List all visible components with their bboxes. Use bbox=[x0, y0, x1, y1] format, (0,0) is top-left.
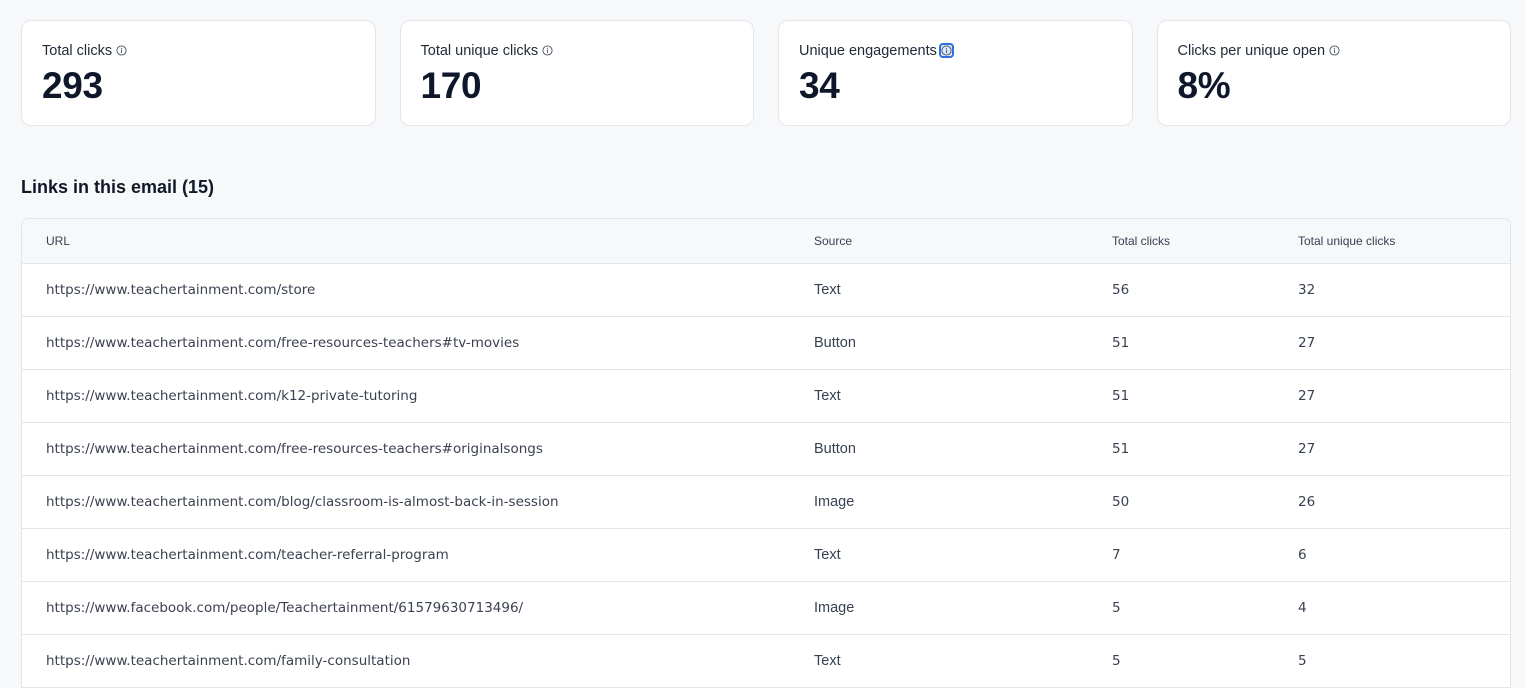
stat-card-clicks-per-unique-open: Clicks per unique open 8% bbox=[1156, 20, 1511, 126]
link-source: Text bbox=[814, 528, 1112, 582]
link-source: Image bbox=[814, 475, 1112, 529]
info-icon[interactable] bbox=[542, 44, 553, 56]
stat-label-row: Unique engagements bbox=[799, 42, 1112, 60]
link-total-clicks: 5 bbox=[1112, 581, 1298, 635]
table-row: https://www.teachertainment.com/free-res… bbox=[22, 316, 1510, 370]
stats-row: Total clicks 293 Total unique clicks 170… bbox=[21, 20, 1511, 126]
stat-value: 170 bbox=[420, 65, 482, 106]
link-total-unique-clicks: 26 bbox=[1298, 475, 1510, 529]
link-url[interactable]: https://www.teachertainment.com/store bbox=[22, 263, 814, 317]
info-icon[interactable] bbox=[938, 42, 954, 58]
link-source: Text bbox=[814, 369, 1112, 423]
stat-value: 34 bbox=[799, 65, 840, 106]
link-source: Text bbox=[814, 263, 1112, 317]
table-row: https://www.teachertainment.com/family-c… bbox=[22, 634, 1510, 687]
link-source: Button bbox=[814, 422, 1112, 476]
link-total-clicks: 5 bbox=[1112, 634, 1298, 687]
link-url[interactable]: https://www.teachertainment.com/free-res… bbox=[22, 316, 814, 370]
stat-card-total-unique-clicks: Total unique clicks 170 bbox=[399, 20, 754, 126]
table-row: https://www.teachertainment.com/teacher-… bbox=[22, 528, 1510, 582]
stat-value: 8% bbox=[1177, 65, 1231, 106]
link-total-clicks: 51 bbox=[1112, 369, 1298, 423]
stat-label-row: Total unique clicks bbox=[421, 42, 734, 60]
table-row: https://www.teachertainment.com/k12-priv… bbox=[22, 369, 1510, 423]
link-source: Text bbox=[814, 634, 1112, 687]
stat-value: 293 bbox=[42, 65, 103, 106]
links-table: URL Source Total clicks Total unique cli… bbox=[22, 219, 1510, 687]
link-total-clicks: 51 bbox=[1112, 422, 1298, 476]
stat-card-unique-engagements: Unique engagements 34 bbox=[778, 20, 1133, 126]
table-row: https://www.teachertainment.com/blog/cla… bbox=[22, 475, 1510, 529]
link-url[interactable]: https://www.teachertainment.com/blog/cla… bbox=[22, 475, 814, 529]
link-url[interactable]: https://www.facebook.com/people/Teachert… bbox=[22, 581, 814, 635]
table-row: https://www.teachertainment.com/store Te… bbox=[22, 263, 1510, 317]
column-header-source[interactable]: Source bbox=[814, 219, 1112, 264]
links-section-title: Links in this email (15) bbox=[21, 177, 215, 197]
column-header-total-clicks[interactable]: Total clicks bbox=[1112, 219, 1298, 264]
table-header-row: URL Source Total clicks Total unique cli… bbox=[22, 219, 1510, 264]
table-row: https://www.teachertainment.com/free-res… bbox=[22, 422, 1510, 476]
link-total-clicks: 7 bbox=[1112, 528, 1298, 582]
link-total-unique-clicks: 4 bbox=[1298, 581, 1510, 635]
link-total-unique-clicks: 32 bbox=[1298, 263, 1510, 317]
info-icon[interactable] bbox=[116, 44, 127, 56]
stat-label: Unique engagements bbox=[799, 43, 937, 59]
column-header-url[interactable]: URL bbox=[22, 219, 814, 264]
link-source: Button bbox=[814, 316, 1112, 370]
stat-card-total-clicks: Total clicks 293 bbox=[21, 20, 376, 126]
link-total-unique-clicks: 27 bbox=[1298, 316, 1510, 370]
links-table-container: URL Source Total clicks Total unique cli… bbox=[21, 218, 1511, 688]
link-url[interactable]: https://www.teachertainment.com/family-c… bbox=[22, 634, 814, 687]
stat-label: Clicks per unique open bbox=[1177, 43, 1326, 59]
link-total-unique-clicks: 27 bbox=[1298, 422, 1510, 476]
column-header-total-unique-clicks[interactable]: Total unique clicks bbox=[1298, 219, 1510, 264]
stat-label-row: Total clicks bbox=[42, 42, 355, 60]
table-row: https://www.facebook.com/people/Teachert… bbox=[22, 581, 1510, 635]
info-icon[interactable] bbox=[1329, 44, 1340, 56]
link-total-clicks: 56 bbox=[1112, 263, 1298, 317]
link-url[interactable]: https://www.teachertainment.com/free-res… bbox=[22, 422, 814, 476]
link-total-unique-clicks: 27 bbox=[1298, 369, 1510, 423]
link-total-unique-clicks: 5 bbox=[1298, 634, 1510, 687]
link-total-clicks: 51 bbox=[1112, 316, 1298, 370]
link-total-clicks: 50 bbox=[1112, 475, 1298, 529]
link-total-unique-clicks: 6 bbox=[1298, 528, 1510, 582]
link-url[interactable]: https://www.teachertainment.com/teacher-… bbox=[22, 528, 814, 582]
stat-label-row: Clicks per unique open bbox=[1178, 42, 1491, 60]
stat-label: Total clicks bbox=[42, 43, 113, 59]
stat-label: Total unique clicks bbox=[420, 43, 539, 59]
link-source: Image bbox=[814, 581, 1112, 635]
link-url[interactable]: https://www.teachertainment.com/k12-priv… bbox=[22, 369, 814, 423]
